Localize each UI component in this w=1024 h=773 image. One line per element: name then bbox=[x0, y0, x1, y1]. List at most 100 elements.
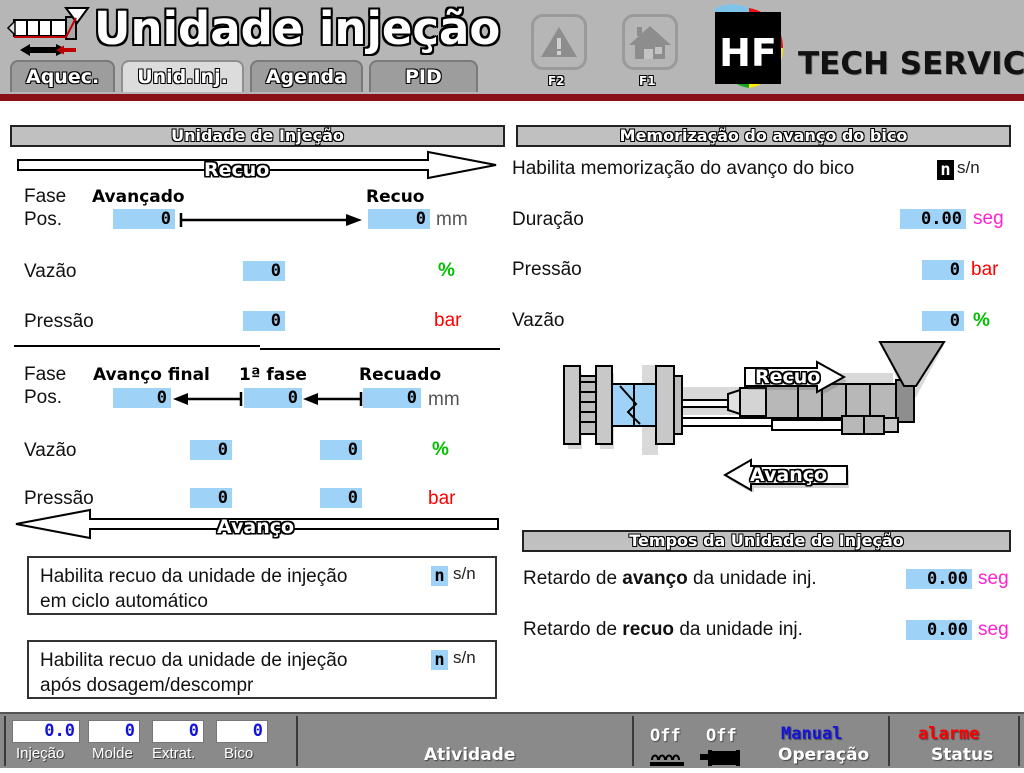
checkbox-after-dosing-hint: s/n bbox=[453, 648, 476, 667]
memo-duracao-unit: seg bbox=[973, 208, 1004, 229]
fase-label-top: Fase bbox=[24, 186, 67, 207]
status-molde-value[interactable]: 0 bbox=[88, 720, 140, 743]
pos-label-bottom: Pos. bbox=[24, 387, 63, 408]
tab-pid-label: PID bbox=[404, 66, 442, 88]
status-motor-state: Off bbox=[706, 726, 737, 746]
tempo-recuo-label: Retardo de recuo da unidade inj. bbox=[523, 619, 803, 641]
tab-aquec-label: Aquec. bbox=[26, 66, 100, 88]
memo-pressao-label: Pressão bbox=[512, 259, 582, 280]
left-panel-title-text: Unidade de Injeção bbox=[171, 126, 344, 145]
vazao-label-top: Vazão bbox=[24, 261, 77, 282]
vazao-avanco-final-field[interactable]: 0 bbox=[190, 440, 232, 460]
pressao-primeira-fase-field[interactable]: 0 bbox=[320, 488, 362, 508]
hf-logo: HF bbox=[703, 4, 795, 92]
tempo-avanco-prefix: Retardo de bbox=[523, 568, 623, 589]
status-sep-4 bbox=[1018, 716, 1020, 766]
motor-icon bbox=[700, 748, 746, 773]
avanco-arrow-label: Avanço bbox=[217, 516, 295, 538]
pos-recuado-field[interactable]: 0 bbox=[363, 388, 421, 408]
memo-enable-hint: s/n bbox=[957, 158, 980, 177]
col-primeira-fase-label: 1ª fase bbox=[239, 365, 307, 385]
status-sep-1 bbox=[296, 716, 298, 766]
pos-unit-top: mm bbox=[436, 209, 468, 230]
home-button-f1[interactable] bbox=[622, 14, 678, 70]
group-divider-right bbox=[260, 348, 500, 350]
status-sep-2 bbox=[632, 716, 634, 766]
checkbox-after-dosing-line1: Habilita recuo da unidade de injeção bbox=[40, 650, 348, 671]
checkbox-auto-cycle-text: Habilita recuo da unidade de injeção em … bbox=[40, 564, 410, 614]
f2-label: F2 bbox=[548, 74, 565, 88]
status-mode-label: Operação bbox=[778, 745, 870, 765]
tab-unid-inj[interactable]: Unid.Inj. bbox=[121, 60, 244, 92]
col-recuado-label: Recuado bbox=[359, 365, 442, 385]
status-injecao-value[interactable]: 0.0 bbox=[12, 720, 80, 743]
pos-avancado-field[interactable]: 0 bbox=[113, 209, 175, 229]
pos-label-top: Pos. bbox=[24, 209, 63, 230]
pos-direction-arrow-b1 bbox=[172, 389, 244, 414]
vazao-field-top[interactable]: 0 bbox=[243, 261, 285, 281]
left-panel-title: Unidade de Injeção bbox=[10, 125, 505, 147]
header-bar: Unidade injeção Aquec. Unid.Inj. Agenda PID… bbox=[0, 0, 1024, 101]
group-divider-left bbox=[14, 345, 260, 347]
pressao-label-top: Pressão bbox=[24, 311, 94, 332]
tempo-recuo-bold: recuo bbox=[622, 619, 675, 640]
vazao-primeira-fase-field[interactable]: 0 bbox=[320, 440, 362, 460]
memo-vazao-field[interactable]: 0 bbox=[922, 311, 964, 331]
memo-pressao-unit: bar bbox=[971, 259, 999, 280]
memo-enable-label: Habilita memorização do avanço do bico bbox=[512, 158, 855, 179]
pos-recuo-field[interactable]: 0 bbox=[368, 209, 430, 229]
tab-aquec[interactable]: Aquec. bbox=[10, 60, 116, 92]
page-title: Unidade injeção bbox=[94, 2, 501, 55]
pos-primeira-fase-field[interactable]: 0 bbox=[244, 388, 302, 408]
recuo-arrow-label: Recuo bbox=[204, 159, 270, 181]
tempo-avanco-field[interactable]: 0.00 bbox=[906, 569, 972, 589]
tab-unid-inj-label: Unid.Inj. bbox=[137, 66, 228, 88]
status-extrat-value[interactable]: 0 bbox=[152, 720, 204, 743]
memo-enable-value[interactable]: n bbox=[937, 160, 954, 180]
checkbox-after-dosing-line2: após dosagem/descompr bbox=[40, 675, 254, 696]
brand-text: TECH SERVICE bbox=[798, 46, 1024, 82]
pressao-avanco-final-field[interactable]: 0 bbox=[190, 488, 232, 508]
checkbox-auto-cycle-hint: s/n bbox=[453, 564, 476, 583]
diagram-avanco-label: Avanço bbox=[750, 464, 828, 486]
svg-text:HF: HF bbox=[719, 31, 777, 75]
status-injecao-label: Injeção bbox=[16, 745, 65, 762]
col-avancado-label: Avançado bbox=[92, 187, 185, 207]
status-extrat-label: Extrat. bbox=[152, 745, 196, 762]
heater-icon bbox=[648, 750, 686, 773]
status-sep-3 bbox=[888, 716, 890, 766]
memo-vazao-label: Vazão bbox=[512, 310, 565, 331]
injection-unit-icon bbox=[6, 6, 94, 58]
warning-triangle-icon bbox=[541, 27, 577, 57]
status-alarm-label: Status bbox=[931, 745, 994, 765]
alarm-button-f2[interactable] bbox=[531, 14, 587, 70]
tab-bar: Aquec. Unid.Inj. Agenda PID bbox=[10, 60, 484, 94]
pos-unit-bottom: mm bbox=[428, 389, 460, 410]
status-sep-0 bbox=[4, 716, 6, 766]
vazao-label-bottom: Vazão bbox=[24, 440, 77, 461]
tab-pid[interactable]: PID bbox=[368, 60, 478, 92]
vazao-unit-top: % bbox=[438, 260, 455, 281]
checkbox-auto-cycle-value[interactable]: n bbox=[431, 566, 448, 586]
status-alarm-value: alarme bbox=[918, 724, 980, 744]
pos-direction-arrow-b2 bbox=[302, 389, 364, 414]
header-divider bbox=[0, 94, 1024, 101]
tab-agenda[interactable]: Agenda bbox=[249, 60, 363, 92]
hmi-screen: Unidade injeção Aquec. Unid.Inj. Agenda PID… bbox=[0, 0, 1024, 768]
pos-avanco-final-field[interactable]: 0 bbox=[113, 388, 171, 408]
f1-label: F1 bbox=[639, 74, 656, 88]
tempo-recuo-field[interactable]: 0.00 bbox=[906, 620, 972, 640]
status-activity-label: Atividade bbox=[424, 745, 516, 765]
memo-pressao-field[interactable]: 0 bbox=[922, 260, 964, 280]
home-icon bbox=[629, 26, 671, 59]
tempo-avanco-suffix: da unidade inj. bbox=[687, 568, 817, 589]
pos-direction-arrow-top bbox=[178, 210, 364, 235]
checkbox-after-dosing-value[interactable]: n bbox=[431, 650, 448, 670]
tempo-recuo-suffix: da unidade inj. bbox=[674, 619, 803, 640]
diagram-recuo-label: Recuo bbox=[755, 366, 821, 388]
memo-duracao-field[interactable]: 0.00 bbox=[900, 209, 966, 229]
status-bico-value[interactable]: 0 bbox=[216, 720, 268, 743]
tempo-avanco-bold: avanço bbox=[622, 568, 688, 589]
pressao-field-top[interactable]: 0 bbox=[243, 311, 285, 331]
checkbox-auto-cycle-line2: em ciclo automático bbox=[40, 591, 208, 612]
